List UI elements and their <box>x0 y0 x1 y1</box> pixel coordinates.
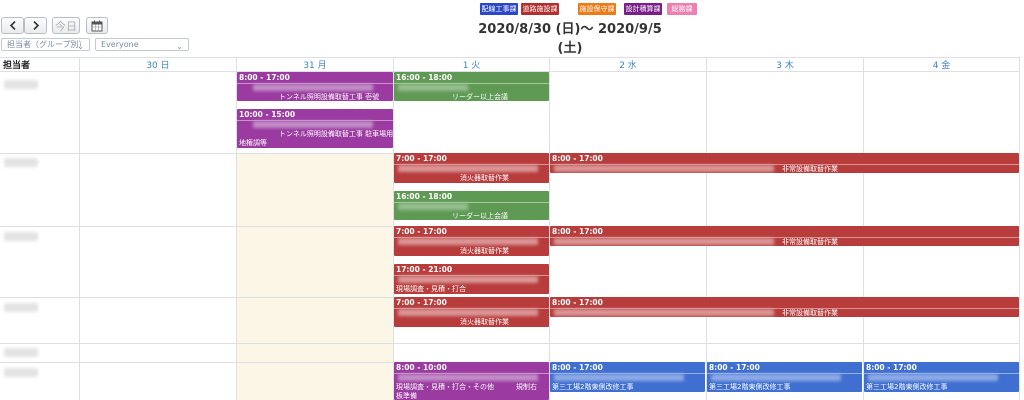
legend-hoshu: 施設保守課 <box>578 3 616 15</box>
event-title-suffix: 規制右 <box>516 383 537 391</box>
event-time: 7:00 - 17:00 <box>396 227 447 236</box>
event-title: 消火器取替作業 <box>460 174 509 182</box>
event-title-line2: 板準備 <box>396 392 417 400</box>
event-block[interactable]: 8:00 - 10:00 現場調査・見積・打合・その他 規制右 板準備 <box>394 362 549 400</box>
event-time: 16:00 - 18:00 <box>396 192 453 201</box>
day-header-31[interactable]: 31 月 <box>237 58 393 72</box>
chevron-right-icon <box>32 21 39 30</box>
chevron-down-icon: ⌄ <box>77 42 84 51</box>
user-filter-value: Everyone <box>101 40 139 49</box>
assignee-name <box>4 368 38 377</box>
date-range-title: 2020/8/30 (日)～ 2020/9/5 (土) <box>478 22 662 56</box>
redacted-text <box>711 374 841 381</box>
redacted-text <box>398 165 538 172</box>
redacted-text <box>398 309 538 316</box>
redacted-text <box>398 203 468 210</box>
redacted-text <box>398 374 538 381</box>
chevron-down-icon: ⌄ <box>176 42 183 51</box>
redacted-text <box>398 84 468 91</box>
day-header-30[interactable]: 30 日 <box>80 58 236 72</box>
redacted-text <box>554 309 774 316</box>
grid-line <box>0 343 1020 344</box>
event-block[interactable]: 8:00 - 17:00 非常設備取替作業 <box>550 297 1019 317</box>
assignee-column-header: 担当者 <box>3 61 31 71</box>
event-block[interactable]: 16:00 - 18:00 リーダー以上会議 <box>394 72 549 101</box>
redacted-text <box>253 84 373 91</box>
redacted-text <box>554 238 774 245</box>
event-time: 8:00 - 17:00 <box>239 73 290 82</box>
event-time: 8:00 - 17:00 <box>709 363 760 372</box>
event-time: 16:00 - 18:00 <box>396 73 453 82</box>
chevron-left-icon <box>9 21 16 30</box>
group-filter-select[interactable]: 担当者（グループ別） ⌄ <box>1 38 90 51</box>
event-title: 消火器取替作業 <box>460 318 509 326</box>
event-block[interactable]: 16:00 - 18:00 リーダー以上会議 <box>394 191 549 220</box>
prev-week-button[interactable] <box>1 17 24 34</box>
event-time: 8:00 - 17:00 <box>866 363 917 372</box>
event-block[interactable]: 7:00 - 17:00 消火器取替作業 <box>394 226 549 256</box>
day-header-3[interactable]: 3 木 <box>707 58 863 72</box>
calendar-icon <box>91 20 103 31</box>
grid-line <box>1019 57 1020 400</box>
legend-soumu: 総務課 <box>667 3 697 15</box>
event-time: 10:00 - 15:00 <box>239 110 296 119</box>
event-title: リーダー以上会議 <box>452 212 508 220</box>
assignee-name <box>4 232 38 241</box>
event-title: 非常設備取替作業 <box>782 165 838 173</box>
event-time: 8:00 - 17:00 <box>552 154 603 163</box>
calendar-picker-button[interactable] <box>86 17 108 34</box>
redacted-text <box>554 374 684 381</box>
legend-haisen: 配線工事課 <box>480 3 518 15</box>
day-header-4[interactable]: 4 金 <box>864 58 1019 72</box>
event-title: 現場調査・見積・打合 <box>396 285 466 293</box>
event-title: 第三工場2階東側改修工事 <box>552 383 634 391</box>
assignee-name <box>4 80 38 89</box>
day-header-2[interactable]: 2 水 <box>550 58 706 72</box>
event-time: 8:00 - 17:00 <box>552 298 603 307</box>
day-header-1[interactable]: 1 火 <box>394 58 549 72</box>
event-block[interactable]: 8:00 - 17:00 第三工場2階東側改修工事 <box>550 362 705 392</box>
event-title: 非常設備取替作業 <box>782 238 838 246</box>
redacted-text <box>554 165 774 172</box>
event-block[interactable]: 8:00 - 17:00 トンネル照明設備取替工事 壱號 <box>237 72 393 101</box>
assignee-name <box>4 348 38 357</box>
event-time: 17:00 - 21:00 <box>396 265 453 274</box>
group-filter-value: 担当者（グループ別） <box>7 40 87 49</box>
event-block[interactable]: 8:00 - 17:00 非常設備取替作業 <box>550 153 1019 173</box>
event-title: 第三工場2階東側改修工事 <box>866 383 948 391</box>
event-title: トンネル照明設備取替工事 壱號 <box>279 93 380 101</box>
event-time: 8:00 - 17:00 <box>552 363 603 372</box>
redacted-text <box>253 121 373 128</box>
event-title: 非常設備取替作業 <box>782 309 838 317</box>
event-title-line2: 地権調等 <box>239 139 267 147</box>
next-week-button[interactable] <box>24 17 47 34</box>
event-title: 第三工場2階東側改修工事 <box>709 383 791 391</box>
redacted-text <box>398 276 538 283</box>
event-block[interactable]: 7:00 - 17:00 消火器取替作業 <box>394 153 549 183</box>
event-title: 消火器取替作業 <box>460 247 509 255</box>
event-time: 8:00 - 10:00 <box>396 363 447 372</box>
assignee-name <box>4 158 38 167</box>
assignee-name <box>4 303 38 312</box>
legend-douro: 道路施設課 <box>521 3 559 15</box>
event-title: リーダー以上会議 <box>452 93 508 101</box>
event-block[interactable]: 8:00 - 17:00 第三工場2階東側改修工事 <box>707 362 862 392</box>
grid-line <box>79 57 80 400</box>
today-button[interactable]: 今日 <box>52 17 80 34</box>
event-time: 7:00 - 17:00 <box>396 154 447 163</box>
event-block[interactable]: 17:00 - 21:00 現場調査・見積・打合 <box>394 264 549 294</box>
redacted-text <box>868 374 998 381</box>
event-block[interactable]: 8:00 - 17:00 第三工場2階東側改修工事 <box>864 362 1019 392</box>
event-time: 7:00 - 17:00 <box>396 298 447 307</box>
event-time: 8:00 - 17:00 <box>552 227 603 236</box>
user-filter-select[interactable]: Everyone ⌄ <box>95 38 189 51</box>
event-block[interactable]: 8:00 - 17:00 非常設備取替作業 <box>550 226 1019 246</box>
event-block[interactable]: 10:00 - 15:00 トンネル照明設備取替工事 駐車場用 地権調等 <box>237 109 393 148</box>
event-block[interactable]: 7:00 - 17:00 消火器取替作業 <box>394 297 549 327</box>
redacted-text <box>398 238 538 245</box>
event-title: トンネル照明設備取替工事 駐車場用 <box>279 130 393 138</box>
legend-sekkei: 設計積算課 <box>624 3 662 15</box>
